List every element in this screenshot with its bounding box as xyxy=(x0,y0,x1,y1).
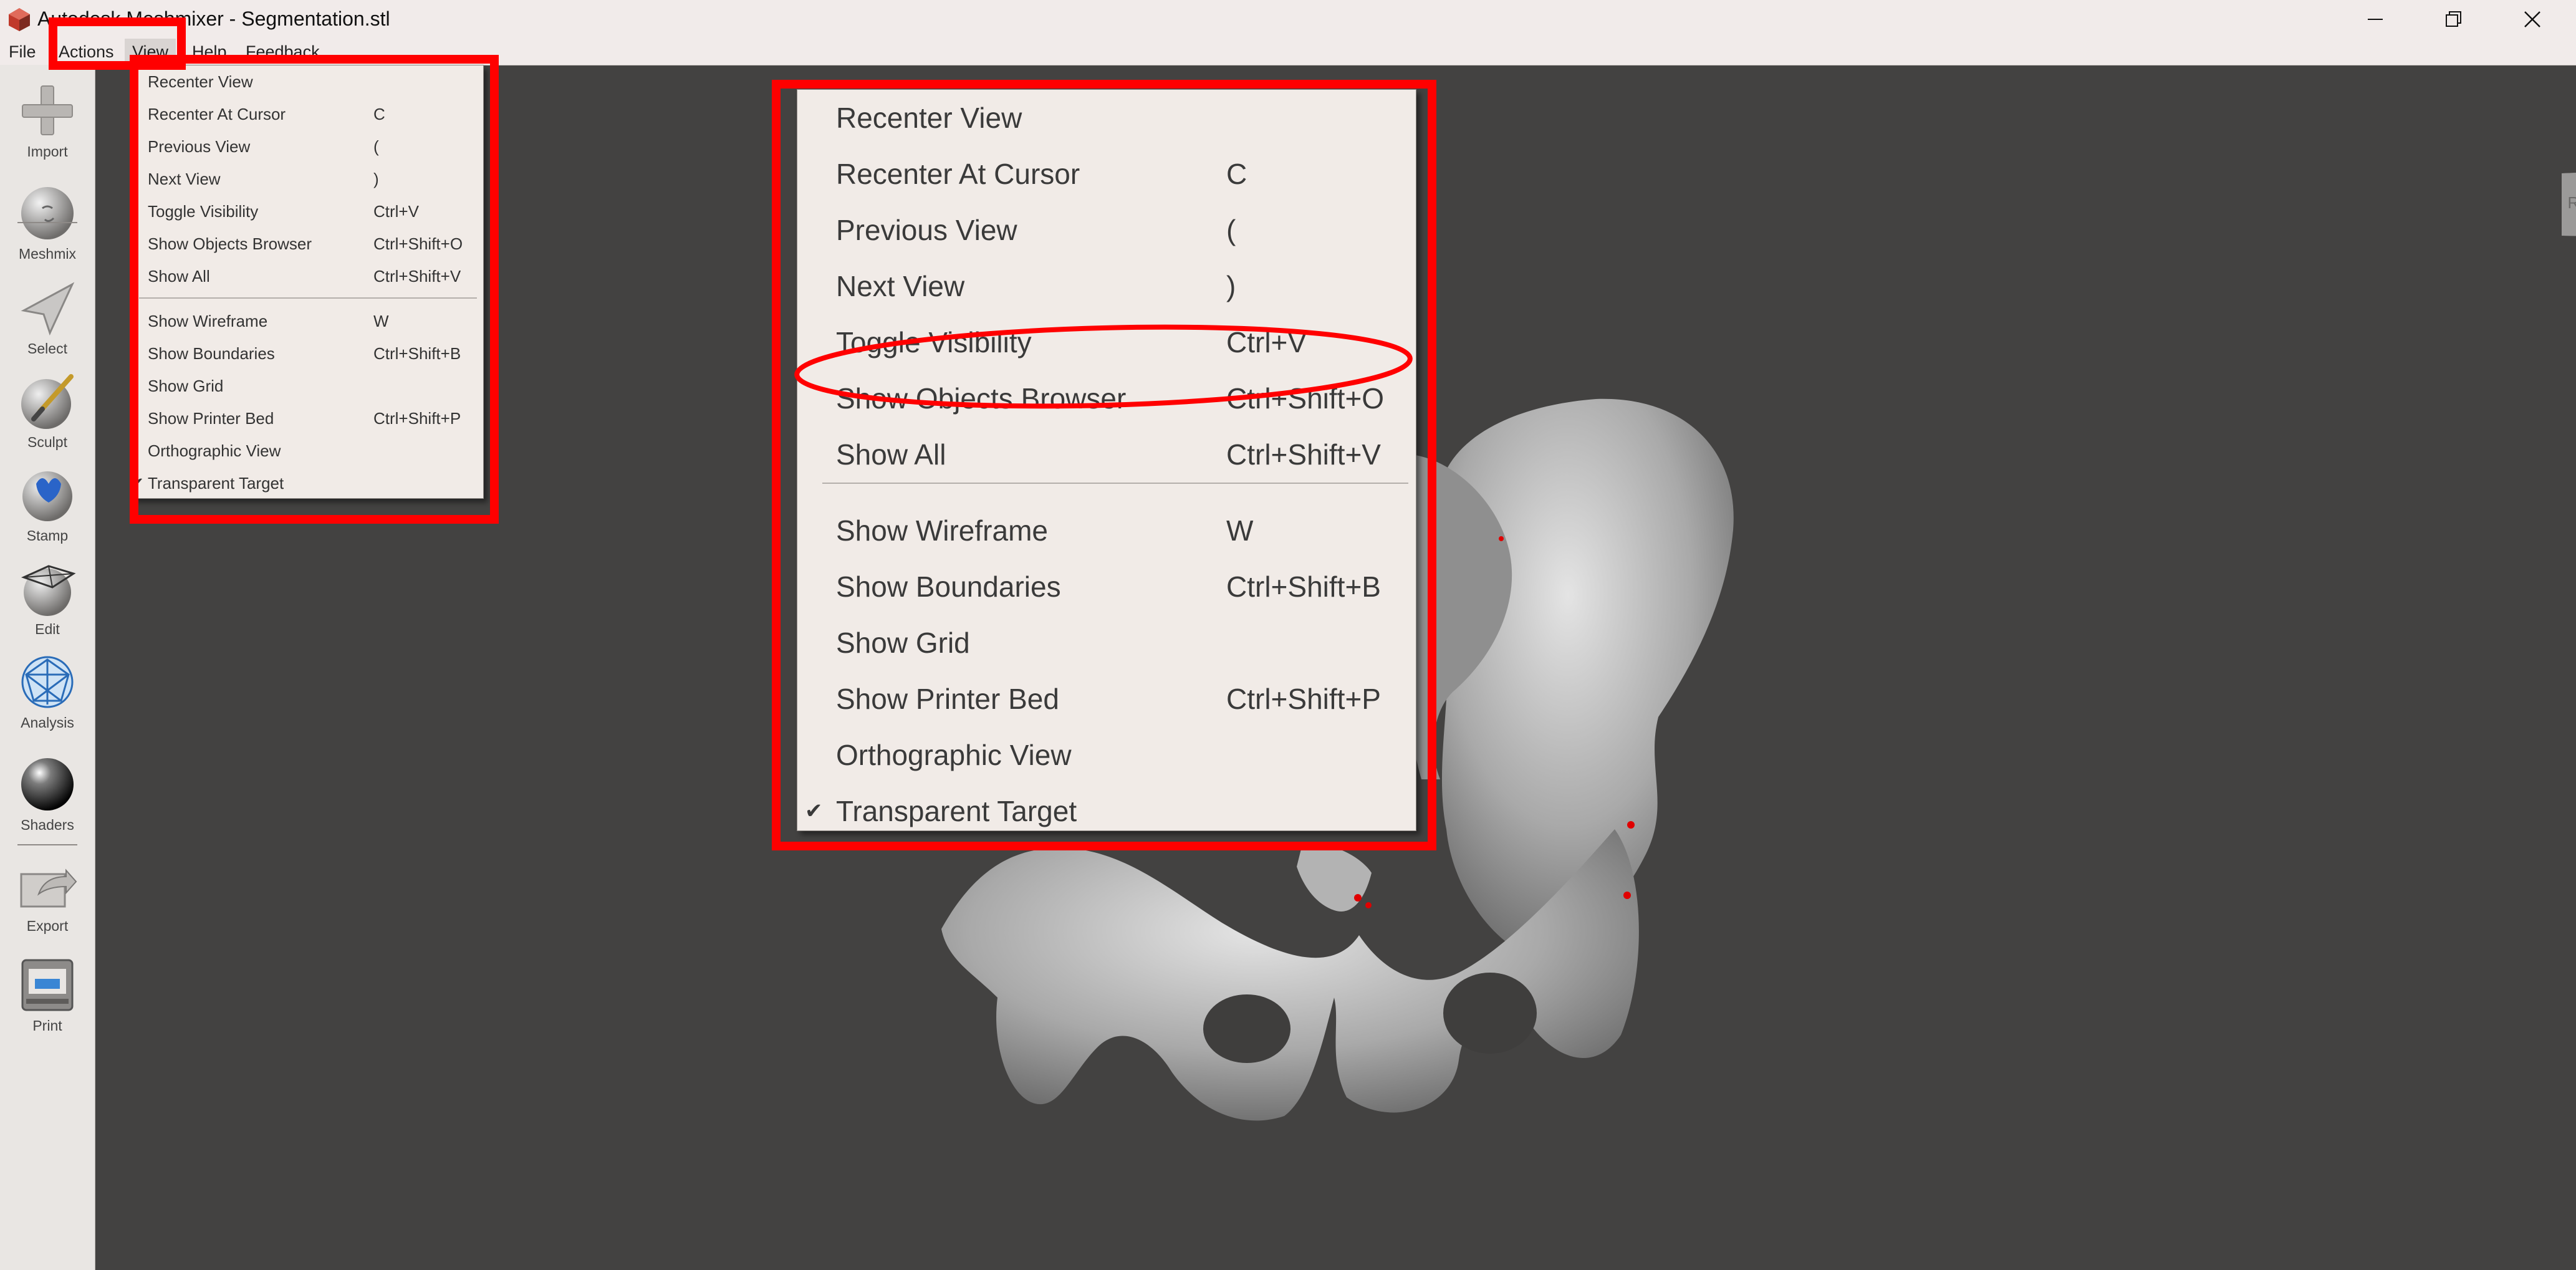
tool-label: Print xyxy=(32,1017,62,1034)
meshmixer-logo-icon xyxy=(9,8,30,31)
view-cube[interactable]: RIGHT xyxy=(2558,165,2576,239)
tool-label: Sculpt xyxy=(27,434,67,450)
title-bar: Autodesk Meshmixer - Segmentation.stl xyxy=(0,0,2576,39)
view-cube-label: RIGHT xyxy=(2568,193,2576,212)
minimize-icon[interactable] xyxy=(2337,0,2414,39)
tool-label: Edit xyxy=(35,621,60,637)
annotation-ellipse xyxy=(794,324,1413,409)
plus-icon xyxy=(22,85,73,135)
meshmix-icon xyxy=(21,187,74,239)
tool-label: Select xyxy=(27,340,67,357)
export-icon xyxy=(20,868,77,908)
menu-file[interactable]: File xyxy=(9,39,36,65)
analysis-icon xyxy=(21,656,74,708)
tool-label: Meshmix xyxy=(18,246,76,262)
tool-label: Stamp xyxy=(26,527,69,544)
tool-label: Import xyxy=(27,143,68,160)
select-arrow-icon xyxy=(21,282,75,336)
tool-label: Export xyxy=(26,918,69,934)
shader-sphere-icon xyxy=(21,758,74,811)
edit-mesh-icon xyxy=(21,565,76,616)
close-icon[interactable] xyxy=(2494,0,2571,39)
left-toolbar: Import Meshmix Select Sculpt Stamp Edit … xyxy=(0,65,95,1270)
tool-label: Shaders xyxy=(21,817,74,833)
tool-label: Analysis xyxy=(21,714,74,731)
stamp-icon xyxy=(22,471,72,521)
toolbar-divider xyxy=(17,844,77,845)
annotation-box-zoomed-menu xyxy=(772,80,1436,850)
restore-icon[interactable] xyxy=(2415,0,2492,39)
toolbar-divider xyxy=(17,222,77,223)
sculpt-brush-icon xyxy=(21,374,74,429)
printer-icon xyxy=(21,959,74,1011)
annotation-box-dropdown xyxy=(130,55,499,524)
